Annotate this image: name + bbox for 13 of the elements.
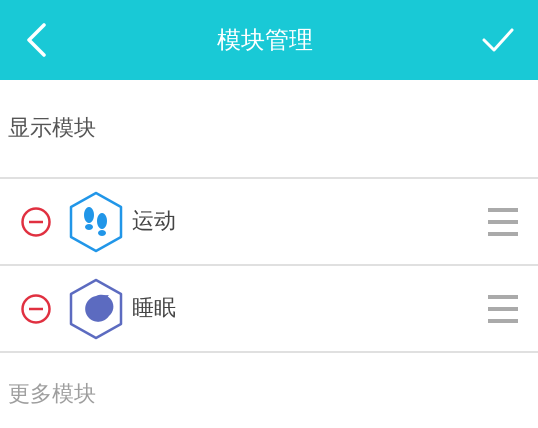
drag-handle-icon[interactable] bbox=[488, 292, 518, 324]
minus-circle-icon bbox=[20, 292, 52, 324]
module-name: 睡眠 bbox=[132, 295, 176, 323]
section-title: 显示模块 bbox=[8, 115, 96, 143]
check-icon bbox=[482, 28, 514, 52]
minus-circle-icon bbox=[20, 206, 52, 238]
page-title: 模块管理 bbox=[217, 25, 313, 56]
section-title: 更多模块 bbox=[8, 381, 96, 409]
module-name: 运动 bbox=[132, 208, 176, 236]
drag-handle-icon[interactable] bbox=[488, 206, 518, 238]
remove-button[interactable] bbox=[20, 206, 52, 238]
remove-button[interactable] bbox=[20, 292, 52, 324]
back-icon bbox=[25, 23, 47, 57]
